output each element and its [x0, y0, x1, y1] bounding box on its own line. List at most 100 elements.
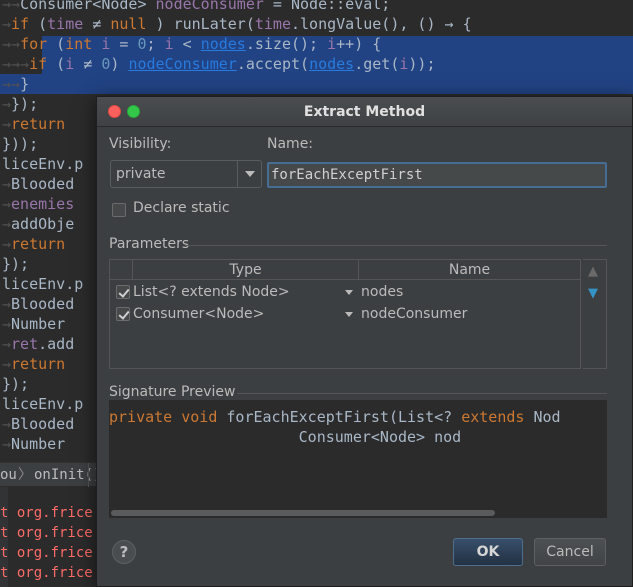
code-line: →}); — [2, 94, 38, 114]
parameter-checkbox[interactable] — [116, 307, 130, 321]
code-token: ret — [11, 335, 39, 353]
signature-preview-title: Signature Preview — [109, 384, 236, 400]
signature-token: Nod — [524, 408, 561, 426]
chevron-down-icon[interactable] — [345, 290, 353, 295]
declare-static-checkbox[interactable] — [112, 203, 126, 217]
code-line: →→Consumer<Node> nodeConsumer = Node::ev… — [2, 0, 390, 14]
code-token: 0 — [137, 35, 147, 53]
code-token: return — [11, 115, 66, 133]
breadcrumb-item-method[interactable]: onInit() — [34, 463, 101, 487]
parameter-type: List<? extends Node> — [133, 284, 290, 300]
code-line: →addObje — [2, 214, 74, 234]
indent-arrow-icon: →→ — [2, 35, 21, 53]
method-name-input[interactable] — [271, 164, 601, 186]
code-token: Consumer<Node> — [20, 0, 156, 13]
code-line: →ret.add — [2, 334, 74, 354]
chevron-down-icon[interactable] — [237, 161, 261, 187]
code-token: return — [11, 355, 66, 373]
code-token: i — [65, 55, 75, 73]
arrow-down-icon[interactable]: ▼ — [588, 287, 598, 301]
code-token: .accept( — [236, 55, 310, 73]
code-line: →Number — [2, 314, 65, 334]
divider — [237, 393, 607, 394]
signature-preview: private void forEachExceptFirst(List<? e… — [109, 400, 607, 518]
table-row[interactable]: List<? extends Node> nodes — [110, 281, 580, 303]
code-token: ( — [47, 35, 66, 53]
code-token: int — [65, 35, 93, 53]
code-token: )); — [408, 55, 436, 73]
code-line: →return — [2, 114, 65, 134]
arrow-up-icon[interactable]: ▲ — [588, 265, 598, 279]
code-line: })); — [2, 134, 38, 154]
horizontal-scrollbar[interactable] — [109, 508, 607, 518]
scrollbar-thumb[interactable] — [111, 510, 495, 516]
signature-token — [172, 408, 181, 426]
breadcrumb-separator: 〉 — [18, 467, 32, 483]
code-token: < — [173, 35, 201, 53]
code-line: →→for (int i = 0; i < nodes.size(); i++)… — [2, 34, 381, 54]
code-token: for — [20, 35, 48, 53]
signature-token: private — [109, 408, 173, 426]
indent-arrow-icon: → — [2, 115, 12, 133]
code-token: time — [254, 15, 291, 33]
parameter-checkbox[interactable] — [116, 285, 130, 299]
code-token: nodes — [309, 55, 355, 73]
indent-arrow-icon: →→→ — [2, 55, 30, 73]
code-token: if — [29, 55, 48, 73]
code-line: →Blooded — [2, 414, 74, 434]
code-token: ) — [110, 55, 129, 73]
code-line: →Blooded — [2, 294, 74, 314]
table-row[interactable]: Consumer<Node> nodeConsumer — [110, 303, 580, 325]
code-token: })); — [2, 135, 39, 153]
code-token: = Node::eval; — [263, 0, 391, 13]
indent-arrow-icon: → — [2, 235, 12, 253]
breadcrumb-divider — [88, 463, 89, 487]
console-line: t org.frice.p — [0, 545, 110, 561]
indent-arrow-icon: → — [2, 95, 12, 113]
code-token: null — [110, 15, 147, 33]
breadcrumb-item-class[interactable]: ou — [0, 463, 17, 487]
code-token: time — [47, 15, 84, 33]
code-line: liceEnv.p — [2, 154, 83, 174]
code-line: }); — [2, 254, 29, 274]
code-line: }); — [2, 374, 29, 394]
code-token: ( — [29, 15, 48, 33]
code-token: ≠ — [74, 55, 102, 73]
signature-token: forEachExceptFirst(List<? — [217, 408, 462, 426]
code-token: ) runLater( — [146, 15, 255, 33]
parameter-name[interactable]: nodeConsumer — [361, 303, 467, 325]
code-line: →return — [2, 234, 65, 254]
column-header-name[interactable]: Name — [358, 260, 580, 280]
method-name-field[interactable] — [267, 162, 607, 188]
code-token: Number — [11, 315, 66, 333]
code-line: →return — [2, 354, 65, 374]
code-token: i — [164, 35, 174, 53]
code-line: →Blooded — [2, 174, 74, 194]
visibility-select[interactable]: private — [110, 160, 262, 188]
indent-arrow-icon: → — [2, 315, 12, 333]
indent-arrow-icon: →→ — [2, 75, 21, 93]
code-token: Blooded — [11, 175, 75, 193]
name-label: Name: — [267, 136, 314, 152]
parameter-name[interactable]: nodes — [361, 281, 403, 303]
dialog-titlebar[interactable]: Extract Method — [97, 97, 632, 127]
code-line: →Number — [2, 434, 65, 454]
column-header-type[interactable]: Type — [132, 260, 358, 280]
chevron-down-icon[interactable] — [345, 312, 353, 317]
code-token: Blooded — [11, 295, 75, 313]
ok-button[interactable]: OK — [453, 538, 523, 566]
parameters-table-header: Type Name — [110, 260, 580, 280]
code-token: liceEnv.p — [2, 395, 84, 413]
cancel-button[interactable]: Cancel — [534, 538, 606, 566]
code-token: nodeConsumer — [155, 0, 264, 13]
code-token: .size(); — [245, 35, 328, 53]
indent-arrow-icon: → — [2, 175, 12, 193]
signature-token: extends — [461, 408, 525, 426]
code-token: Blooded — [11, 415, 75, 433]
signature-line: Consumer<Node> nod — [109, 428, 462, 446]
code-token: .longValue(), () → { — [291, 15, 472, 33]
code-token: .add — [38, 335, 75, 353]
help-button[interactable]: ? — [112, 540, 136, 564]
code-line: →→→if (i ≠ 0) nodeConsumer.accept(nodes.… — [2, 54, 436, 74]
